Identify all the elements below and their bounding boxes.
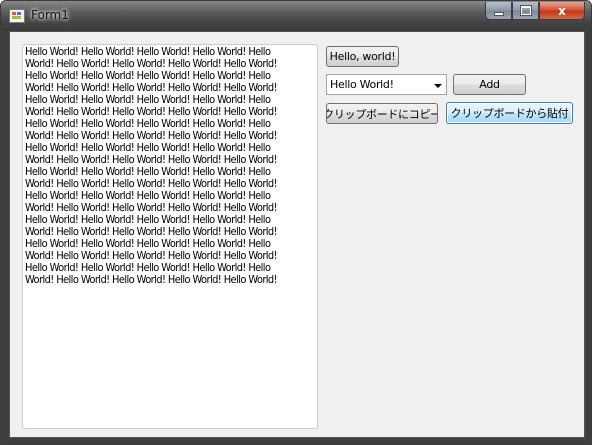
minimize-icon	[494, 12, 503, 15]
form-client-area: Hello World! Hello World! Hello World! H…	[9, 31, 585, 438]
app-window: Form1 x Hello World! Hello World! Hello …	[0, 0, 592, 445]
paste-from-clipboard-button[interactable]: クリップボードから貼付	[446, 102, 573, 124]
caption-buttons: x	[485, 2, 585, 20]
hello-world-button[interactable]: Hello, world!	[326, 46, 399, 67]
copy-to-clipboard-button[interactable]: クリップボードにコピー	[326, 103, 438, 124]
close-icon: x	[558, 3, 566, 18]
app-form-icon[interactable]	[9, 9, 25, 23]
title-bar[interactable]: Form1 x	[1, 1, 591, 31]
combobox-selected-value: Hello World!	[330, 78, 394, 91]
minimize-button[interactable]	[485, 2, 512, 20]
window-title: Form1	[31, 8, 69, 22]
maximize-icon	[520, 6, 531, 15]
textbox-line: World! Hello World! Hello World! Hello W…	[25, 273, 278, 286]
message-combobox[interactable]: Hello World!	[326, 74, 447, 95]
multiline-textbox[interactable]: Hello World! Hello World! Hello World! H…	[22, 44, 318, 429]
add-button[interactable]: Add	[453, 74, 526, 95]
chevron-down-icon[interactable]	[430, 76, 445, 93]
close-button[interactable]: x	[539, 2, 585, 20]
maximize-button[interactable]	[512, 2, 539, 20]
